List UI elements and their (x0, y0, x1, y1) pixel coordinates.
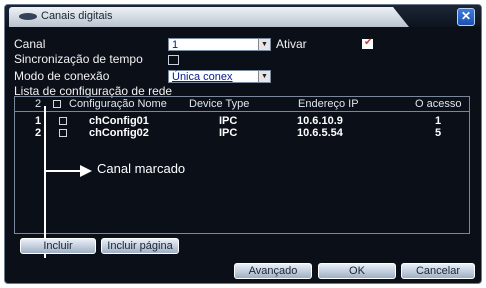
sync-label: Sincronização de tempo (14, 52, 143, 66)
incluir-button[interactable]: Incluir (20, 238, 96, 254)
row-config-nome: chConfig02 (89, 127, 149, 139)
header-endereco-ip: Endereço IP (298, 98, 359, 110)
title-tab: Canais digitais (9, 7, 409, 27)
modo-select-value: Única conex (172, 71, 233, 83)
header-acesso: O acesso (415, 98, 462, 110)
row-num: 2 (35, 127, 42, 139)
canal-select-value: 1 (172, 39, 179, 51)
select-all-checkbox[interactable] (53, 100, 61, 108)
header-count: 2 (35, 98, 42, 110)
canal-label: Canal (14, 37, 46, 51)
chevron-down-icon: ▼ (258, 71, 270, 82)
row-checkbox[interactable] (59, 129, 67, 137)
title-bar: Canais digitais ✕ (5, 5, 481, 27)
avancado-button[interactable]: Avançado (234, 263, 312, 279)
chevron-down-icon: ▼ (258, 39, 270, 50)
row-endereco-ip: 10.6.10.9 (297, 115, 343, 127)
row-acesso: 5 (435, 127, 442, 139)
row-config-nome: chConfig01 (89, 115, 149, 127)
incluir-pagina-button[interactable]: Incluir página (101, 238, 179, 254)
modo-select[interactable]: Única conex ▼ (168, 70, 271, 83)
arrow-right-icon (80, 165, 92, 177)
annotation-label: Canal marcado (97, 161, 186, 176)
close-button[interactable]: ✕ (457, 8, 475, 26)
ativar-checkbox[interactable] (362, 37, 373, 49)
row-device-type: IPC (219, 127, 238, 139)
close-icon: ✕ (460, 9, 472, 23)
sync-checkbox[interactable] (168, 55, 179, 65)
header-device-type: Device Type (189, 98, 250, 110)
annotation-arrow-line (44, 170, 80, 172)
ok-button[interactable]: OK (318, 263, 396, 279)
header-divider (15, 111, 469, 112)
window-title: Canais digitais (41, 10, 113, 22)
header-config-nome: Configuração Nome (69, 98, 167, 110)
modo-label: Modo de conexão (14, 69, 110, 83)
window-icon (19, 13, 37, 20)
row-device-type: IPC (219, 115, 238, 127)
canal-select[interactable]: 1 ▼ (168, 38, 271, 51)
ativar-label: Ativar (276, 37, 307, 51)
row-checkbox[interactable] (59, 117, 67, 125)
row-acesso: 1 (435, 115, 442, 127)
row-endereco-ip: 10.6.5.54 (297, 127, 343, 139)
annotation-vertical-line (44, 106, 46, 258)
cancelar-button[interactable]: Cancelar (401, 263, 475, 279)
row-num: 1 (35, 115, 42, 127)
